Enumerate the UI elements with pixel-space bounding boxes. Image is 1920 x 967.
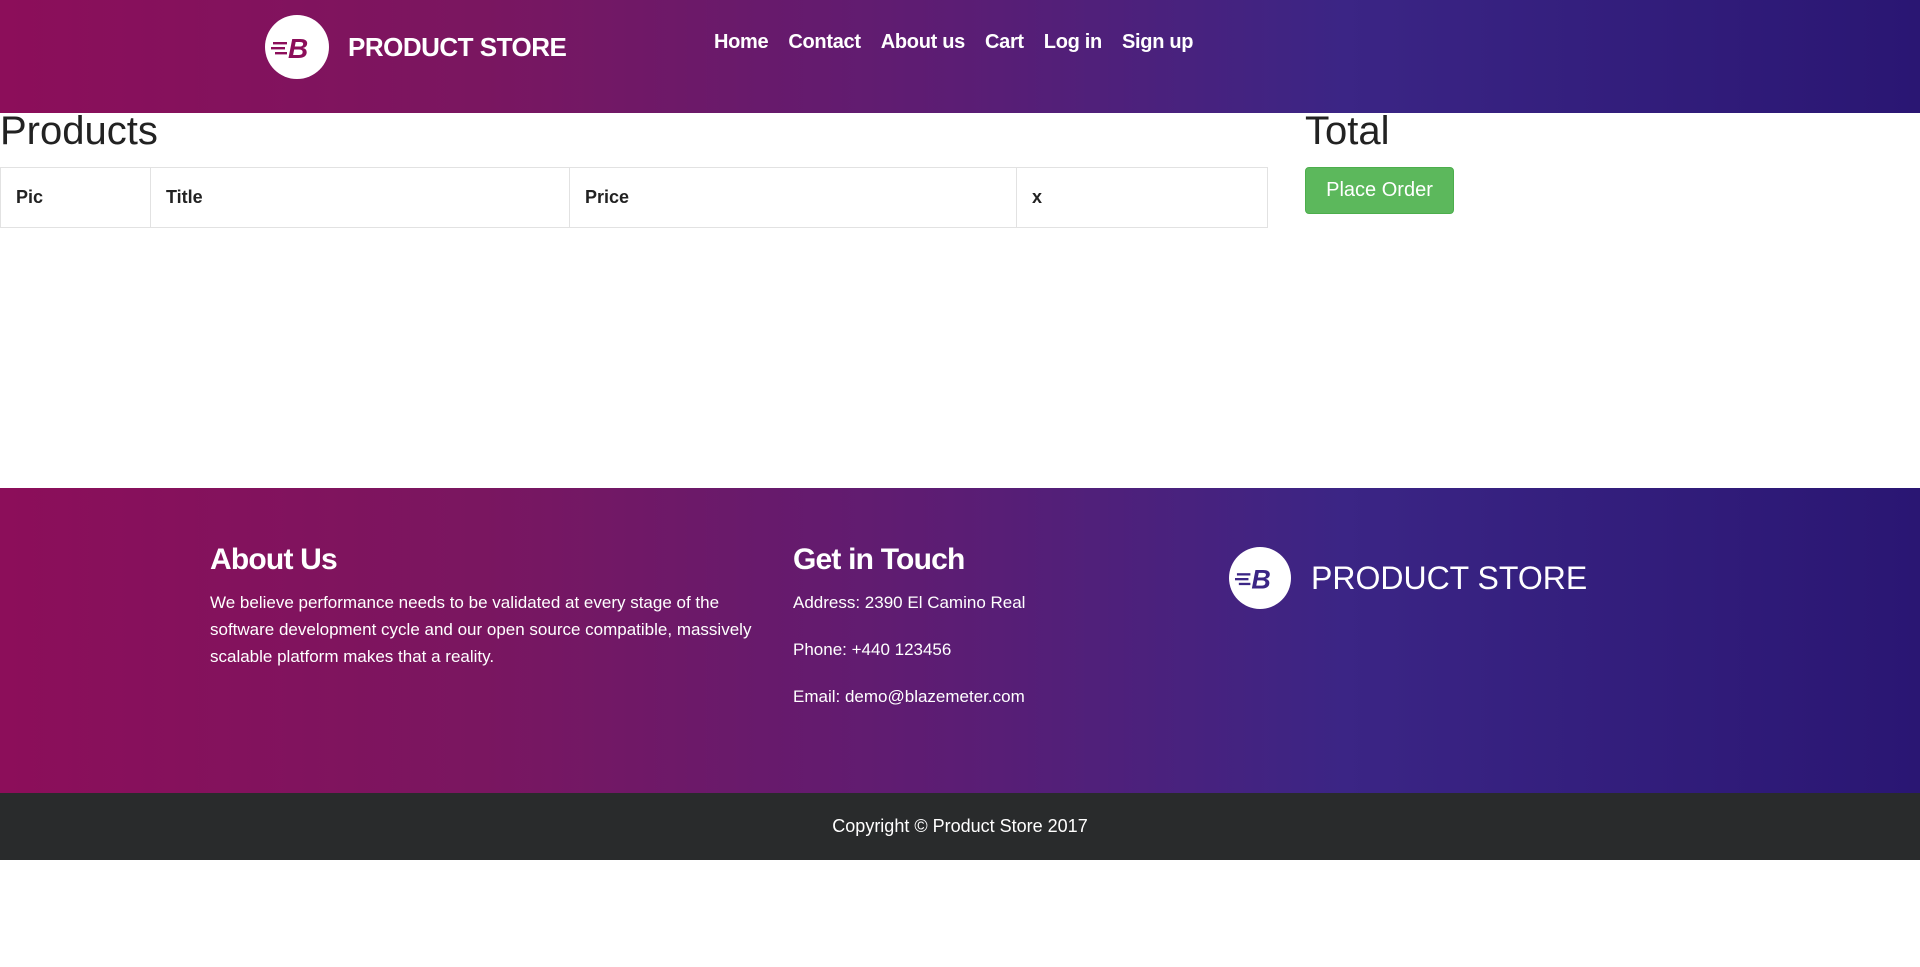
get-in-touch-heading: Get in Touch — [793, 543, 965, 576]
table-header-row: Pic Title Price x — [0, 167, 1268, 228]
get-in-touch-section: Get in Touch Address: 2390 El Camino Rea… — [793, 543, 1193, 730]
main-nav: Home Contact About us Cart Log in Sign u… — [714, 31, 1213, 54]
cart-table: Pic Title Price x — [0, 167, 1268, 228]
column-price: Price — [569, 167, 1017, 228]
products-heading: Products — [0, 109, 158, 153]
place-order-button[interactable]: Place Order — [1305, 167, 1454, 214]
phone-text: Phone: +440 123456 — [793, 640, 952, 659]
about-us-heading: About Us — [210, 543, 338, 576]
svg-text:B: B — [1251, 565, 1270, 593]
nav-cart[interactable]: Cart — [985, 31, 1024, 54]
nav-home[interactable]: Home — [714, 31, 769, 54]
svg-text:B: B — [288, 33, 308, 62]
footer: About Us We believe performance needs to… — [0, 488, 1920, 793]
copyright-bar: Copyright © Product Store 2017 — [0, 793, 1920, 860]
nav-log-in[interactable]: Log in — [1044, 31, 1102, 54]
about-us-section: About Us We believe performance needs to… — [210, 543, 765, 670]
email-text: Email: demo@blazemeter.com — [793, 687, 1025, 706]
copyright-text: Copyright © Product Store 2017 — [832, 816, 1088, 836]
brand-name: PRODUCT STORE — [348, 31, 567, 62]
footer-brand: B PRODUCT STORE — [1229, 547, 1587, 609]
brand-logo-icon: B — [265, 15, 329, 79]
brand-link[interactable]: B PRODUCT STORE — [265, 15, 567, 79]
footer-logo-icon: B — [1229, 547, 1291, 609]
column-pic: Pic — [0, 167, 151, 228]
column-title: Title — [150, 167, 570, 228]
nav-about-us[interactable]: About us — [881, 31, 966, 54]
nav-contact[interactable]: Contact — [788, 31, 861, 54]
total-heading: Total — [1305, 109, 1390, 153]
footer-brand-name: PRODUCT STORE — [1311, 559, 1588, 596]
column-delete: x — [1016, 167, 1268, 228]
address-text: Address: 2390 El Camino Real — [793, 593, 1026, 612]
top-navbar: B PRODUCT STORE Home Contact About us Ca… — [0, 0, 1920, 113]
nav-sign-up[interactable]: Sign up — [1122, 31, 1194, 54]
about-us-text: We believe performance needs to be valid… — [210, 593, 752, 666]
